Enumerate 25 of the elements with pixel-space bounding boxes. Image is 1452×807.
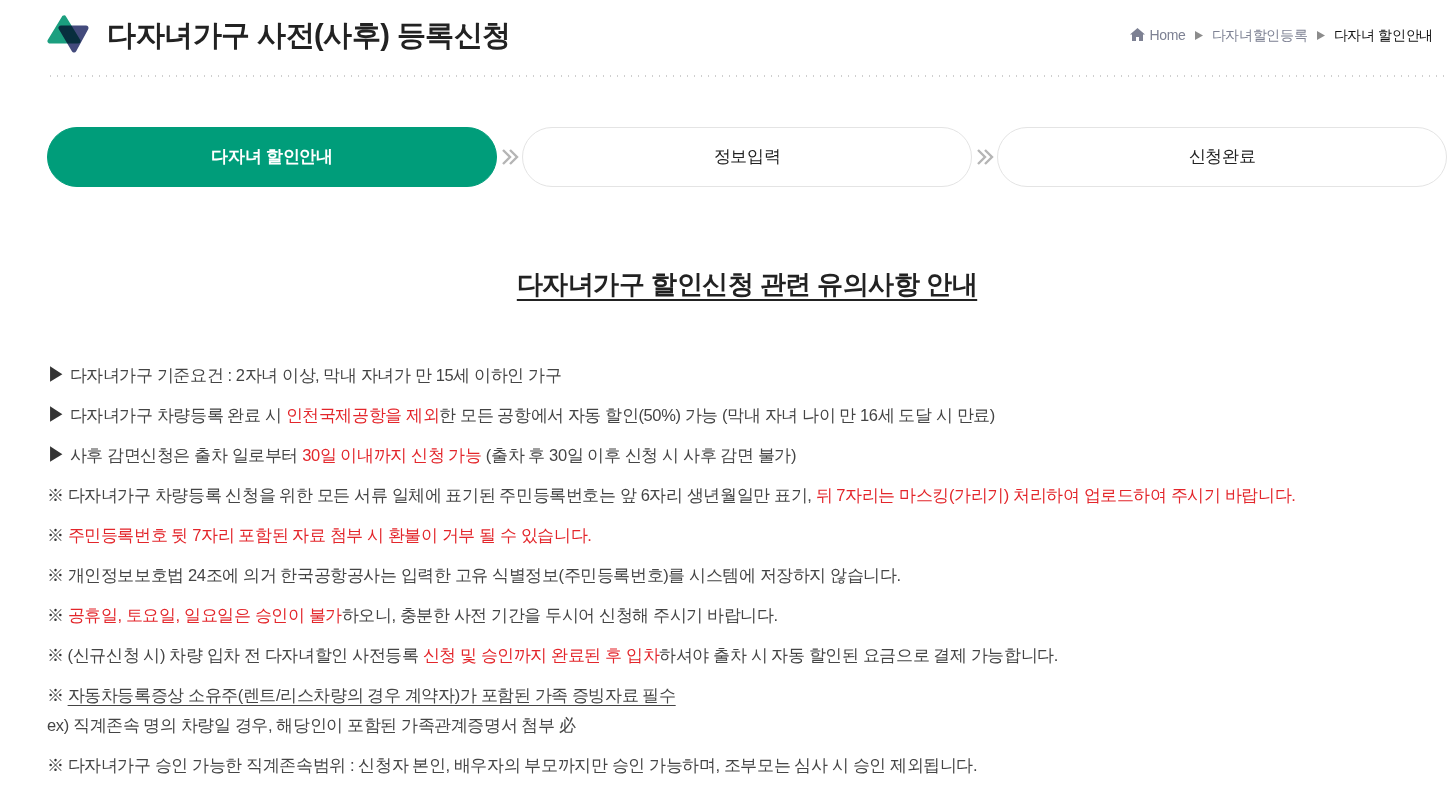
breadcrumb-link[interactable]: 다자녀할인등록 bbox=[1211, 24, 1308, 46]
step-indicator: 신청완료 bbox=[997, 127, 1447, 187]
step-indicator: 정보입력 bbox=[522, 127, 972, 187]
notice-item: ※ (신규신청 시) 차량 입차 전 다자녀할인 사전등록 신청 및 승인까지 완료된 후 입차하셔야 출차 시 자동 할인된 요금으로 결제 가능합니다. bbox=[47, 645, 1059, 667]
notice-item: ※ 공휴일, 토요일, 일요일은 승인이 불가하오니, 충분한 사전 기간을 두시어 신청해 주시기 바랍니다. bbox=[47, 605, 779, 627]
notice-item: ※ 다자녀가구 승인 가능한 직계존속범위 : 신청자 본인, 배우자의 부모까지만 승인 가능하며, 조부모는 심사 시 승인 제외됩니다. bbox=[47, 755, 979, 777]
notice-note: ex) 직계존속 명의 차량일 경우, 해당인이 포함된 가족관계증명서 첨부 必 bbox=[47, 715, 577, 737]
notice-item: ※ 주민등록번호 뒷 7자리 포함된 자료 첨부 시 환불이 거부 될 수 있습니다. bbox=[47, 525, 593, 547]
logo-icon bbox=[47, 15, 89, 55]
home-icon bbox=[1130, 27, 1146, 41]
notice-item: ▶ 다자녀가구 기준요건 : 2자녀 이상, 막내 자녀가 만 15세 이하인 가구 bbox=[47, 363, 563, 388]
page-title: 다자녀가구 사전(사후) 등록신청 bbox=[107, 17, 511, 53]
section-title: 다자녀가구 할인신청 관련 유의사항 안내 bbox=[516, 269, 978, 299]
double-chevron-icon bbox=[976, 148, 994, 166]
notice-item: ※ 개인정보보호법 24조에 의거 한국공항공사는 입력한 고유 식별정보(주민등록번호)를 시스템에 저장하지 않습니다. bbox=[47, 565, 902, 587]
notice-item: ▶ 사후 감면신청은 출차 일로부터 30일 이내까지 신청 가능 (출차 후 30일 이후 신청 시 사후 감면 불가) bbox=[47, 443, 798, 468]
breadcrumb-link[interactable]: Home bbox=[1130, 24, 1186, 46]
step-indicator: 다자녀 할인안내 bbox=[47, 127, 497, 187]
triangle-right-icon bbox=[1316, 30, 1325, 40]
double-chevron-icon bbox=[501, 148, 519, 166]
notice-item: ▶ 다자녀가구 차량등록 완료 시 인천국제공항을 제외한 모든 공항에서 자동 할인(50%) 가능 (막내 자녀 나이 만 16세 도달 시 만료) bbox=[47, 403, 996, 428]
notice-item: ※ 자동차등록증상 소유주(렌트/리스차량의 경우 계약자)가 포함된 가족 증빙자료 필수 bbox=[47, 685, 677, 707]
notice-item: ※ 다자녀가구 차량등록 신청을 위한 모든 서류 일체에 표기된 주민등록번호는 앞 6자리 생년월일만 표기, 뒤 7자리는 마스킹(가리기) 처리하여 업로드하여 주시기 바랍니다. bbox=[47, 485, 1297, 507]
triangle-right-icon bbox=[1194, 30, 1203, 40]
breadcrumb-link[interactable]: 다자녀 할인안내 bbox=[1333, 24, 1433, 46]
